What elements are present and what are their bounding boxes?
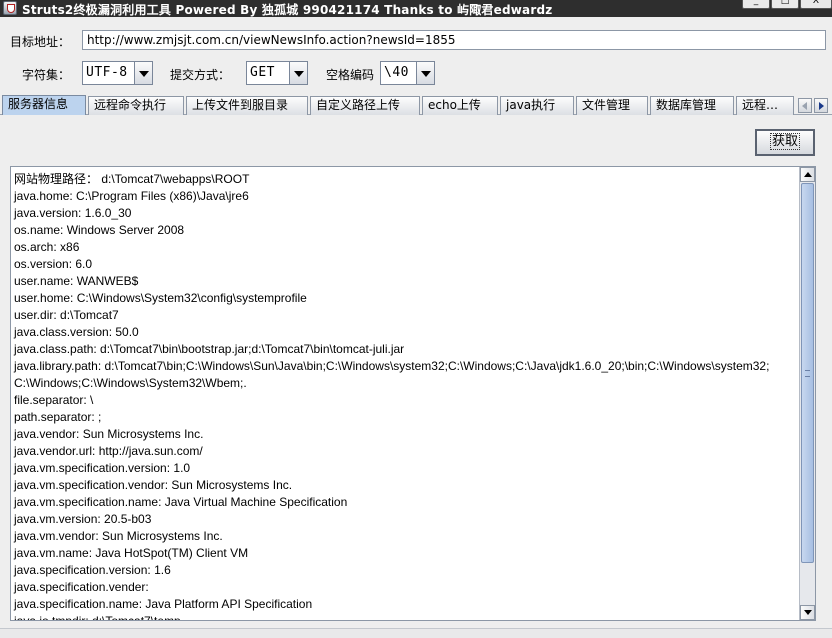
java-app-icon	[3, 1, 17, 15]
output-line: java.class.path: d:\Tomcat7\bin\bootstra…	[14, 342, 405, 356]
output-line: java.specification.vender:	[14, 580, 149, 594]
method-label: 提交方式：	[170, 68, 231, 82]
output-line: java.vm.version: 20.5-b03	[14, 512, 152, 526]
tab-remote-command[interactable]: 远程命令执行	[88, 96, 184, 115]
output-line: user.dir: d:\Tomcat7	[14, 308, 119, 322]
minimize-button[interactable]: _	[742, 0, 770, 9]
tab-scroll-left-icon[interactable]	[798, 98, 812, 113]
charset-label: 字符集：	[22, 68, 71, 82]
maximize-button[interactable]: □	[771, 0, 799, 9]
chevron-down-icon[interactable]	[289, 62, 307, 84]
output-line: java.vm.vendor: Sun Microsystems Inc.	[14, 529, 223, 543]
server-info-output[interactable]: 网站物理路径： d:\Tomcat7\webapps\ROOT java.home…	[10, 166, 816, 621]
fetch-button[interactable]: 获取	[755, 129, 815, 156]
method-value: GET	[250, 65, 275, 80]
output-line: file.separator: \	[14, 393, 94, 407]
output-line: java.class.version: 50.0	[14, 325, 139, 339]
output-line: user.name: WANWEB$	[14, 274, 139, 288]
output-line: java.specification.name: Java Platform A…	[14, 597, 313, 611]
output-line: java.specification.version: 1.6	[14, 563, 171, 577]
method-select[interactable]: GET	[246, 61, 308, 85]
tab-echo-upload[interactable]: echo上传	[422, 96, 498, 115]
tab-custom-path-upload[interactable]: 自定义路径上传	[310, 96, 420, 115]
close-button[interactable]: X	[800, 0, 832, 9]
tab-remote-more[interactable]: 远程…	[736, 96, 794, 115]
space-encoding-select[interactable]: \40	[380, 61, 435, 85]
output-line: java.vm.specification.vendor: Sun Micros…	[14, 478, 293, 492]
tab-file-manager[interactable]: 文件管理	[576, 96, 648, 115]
space-encoding-label: 空格编码	[326, 68, 375, 82]
tab-server-info[interactable]: 服务器信息	[2, 95, 86, 115]
output-line: java.vm.name: Java HotSpot(TM) Client VM	[14, 546, 249, 560]
output-line: java.vendor.url: http://java.sun.com/	[14, 444, 203, 458]
output-line: java.library.path: d:\Tomcat7\bin;C:\Win…	[14, 359, 770, 373]
target-url-input[interactable]: http://www.zmjsjt.com.cn/viewNewsInfo.ac…	[82, 30, 826, 50]
vertical-scrollbar[interactable]	[799, 167, 815, 620]
output-line: os.name: Windows Server 2008	[14, 223, 185, 237]
scrollbar-thumb[interactable]	[801, 183, 814, 563]
tab-java-exec[interactable]: java执行	[500, 96, 574, 115]
space-encoding-value: \40	[384, 65, 409, 80]
output-line: java.io.tmpdir: d:\Tomcat7\temp	[14, 614, 181, 621]
output-line: java.home: C:\Program Files (x86)\Java\j…	[14, 189, 249, 203]
target-url-label: 目标地址：	[10, 35, 71, 49]
charset-value: UTF-8	[86, 65, 128, 80]
output-line: java.vm.specification.version: 1.0	[14, 461, 191, 475]
window-controls: _ □ X	[742, 0, 832, 10]
output-line: os.version: 6.0	[14, 257, 93, 271]
fetch-button-label: 获取	[769, 133, 801, 150]
window-title: Struts2终极漏洞利用工具 Powered By 独孤城 990421174…	[22, 3, 553, 17]
window-bottom-edge	[0, 628, 832, 638]
output-line: 网站物理路径： d:\Tomcat7\webapps\ROOT	[14, 172, 250, 186]
output-line: java.version: 1.6.0_30	[14, 206, 132, 220]
scroll-down-icon[interactable]	[800, 605, 815, 620]
output-line: java.vendor: Sun Microsystems Inc.	[14, 427, 204, 441]
tab-database-manager[interactable]: 数据库管理	[650, 96, 734, 115]
output-text: 网站物理路径： d:\Tomcat7\webapps\ROOT java.home…	[14, 171, 792, 621]
chevron-down-icon[interactable]	[416, 62, 434, 84]
output-line: user.home: C:\Windows\System32\config\sy…	[14, 291, 307, 305]
output-line: C:\Windows;C:\Windows\System32\Wbem;.	[14, 376, 247, 390]
scroll-up-icon[interactable]	[800, 167, 815, 182]
charset-select[interactable]: UTF-8	[82, 61, 153, 85]
chevron-down-icon[interactable]	[134, 62, 152, 84]
output-line: os.arch: x86	[14, 240, 80, 254]
title-bar: Struts2终极漏洞利用工具 Powered By 独孤城 990421174…	[0, 0, 832, 17]
output-line: path.separator: ;	[14, 410, 102, 424]
tab-upload-to-server-dir[interactable]: 上传文件到服目录	[186, 96, 308, 115]
tab-bar: 服务器信息 远程命令执行 上传文件到服目录 自定义路径上传 echo上传 jav…	[0, 95, 832, 115]
tab-scroll-right-icon[interactable]	[814, 98, 828, 113]
output-line: java.vm.specification.name: Java Virtual…	[14, 495, 348, 509]
